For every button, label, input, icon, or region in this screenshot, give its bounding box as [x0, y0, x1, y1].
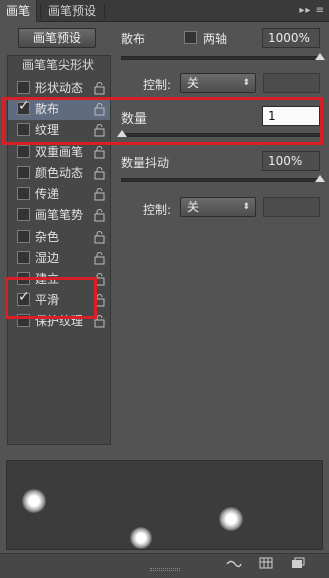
scatter-slider[interactable] [121, 56, 320, 60]
tab-brush-presets[interactable]: 画笔预设 [42, 0, 102, 22]
control-select-value-2: 关 [187, 200, 200, 214]
lock-icon[interactable] [94, 167, 105, 180]
control-select-value: 关 [187, 76, 200, 90]
control-label-2: 控制: [143, 203, 172, 217]
checkbox[interactable] [17, 81, 30, 94]
checkbox[interactable] [17, 187, 30, 200]
item-label: 颜色动态 [35, 166, 84, 180]
list-item-noise[interactable]: 杂色 [8, 227, 110, 248]
resize-grip[interactable] [150, 568, 180, 571]
brush-dab [22, 489, 46, 513]
checkbox[interactable] [17, 230, 30, 243]
item-label: 形状动态 [35, 81, 84, 95]
lock-icon[interactable] [94, 146, 105, 159]
count-jitter-slider-thumb[interactable] [315, 175, 325, 182]
list-item-color-dynamics[interactable]: 颜色动态 [8, 163, 110, 184]
tab-brush[interactable]: 画笔 [0, 0, 38, 22]
control-select-2[interactable]: 关 ⬍ [180, 197, 256, 217]
control-label: 控制: [143, 78, 172, 92]
lock-icon[interactable] [94, 188, 105, 201]
item-label: 画笔笔势 [35, 208, 84, 222]
highlight-box-scatter-count [2, 97, 323, 145]
brush-dab [130, 527, 152, 549]
toggle-brush-icon[interactable] [226, 557, 242, 571]
new-brush-icon[interactable] [290, 557, 306, 571]
scatter-label: 散布 [121, 32, 146, 46]
brush-tip-shape-header[interactable]: 画笔笔尖形状 [8, 57, 108, 73]
lock-icon[interactable] [94, 252, 105, 265]
lock-icon[interactable] [94, 231, 105, 244]
count-jitter-slider[interactable] [121, 178, 320, 182]
scatter-slider-thumb[interactable] [315, 53, 325, 60]
bottom-toolbar [0, 553, 329, 578]
tab-separator [104, 4, 105, 18]
checkbox[interactable] [17, 145, 30, 158]
checkbox[interactable] [17, 251, 30, 264]
chevron-down-icon: ⬍ [242, 202, 250, 212]
count-jitter-label: 数量抖动 [121, 156, 170, 170]
brush-presets-button[interactable]: 画笔预设 [18, 28, 96, 48]
list-item-brush-pose[interactable]: 画笔笔势 [8, 205, 110, 226]
checkbox[interactable] [17, 166, 30, 179]
item-label: 传递 [35, 187, 60, 201]
control-select[interactable]: 关 ⬍ [180, 73, 256, 93]
lock-icon[interactable] [94, 209, 105, 222]
list-item-wet-edges[interactable]: 湿边 [8, 248, 110, 269]
grid-icon[interactable] [258, 557, 274, 571]
count-jitter-value-field[interactable]: 100% [262, 151, 320, 171]
brush-dab [219, 507, 243, 531]
chevron-down-icon: ⬍ [242, 78, 250, 88]
panel-menu-icon[interactable]: ▸▸ ≡ [299, 0, 325, 22]
control-disabled-field [263, 73, 320, 93]
lock-icon[interactable] [94, 82, 105, 95]
item-label: 杂色 [35, 230, 60, 244]
list-item-shape-dynamics[interactable]: 形状动态 [8, 78, 110, 99]
checkbox[interactable] [17, 208, 30, 221]
both-axes-checkbox[interactable] [184, 31, 197, 44]
both-axes-label: 两轴 [203, 32, 228, 46]
list-item-transfer[interactable]: 传递 [8, 184, 110, 205]
list-item-dual-brush[interactable]: 双重画笔 [8, 142, 110, 163]
tab-separator [40, 4, 41, 18]
scatter-value-field[interactable]: 1000% [262, 28, 320, 48]
item-label: 双重画笔 [35, 145, 84, 159]
item-label: 湿边 [35, 251, 60, 265]
brush-stroke-preview [6, 460, 323, 550]
control-disabled-field-2 [263, 197, 320, 217]
highlight-box-smoothing [5, 277, 97, 319]
